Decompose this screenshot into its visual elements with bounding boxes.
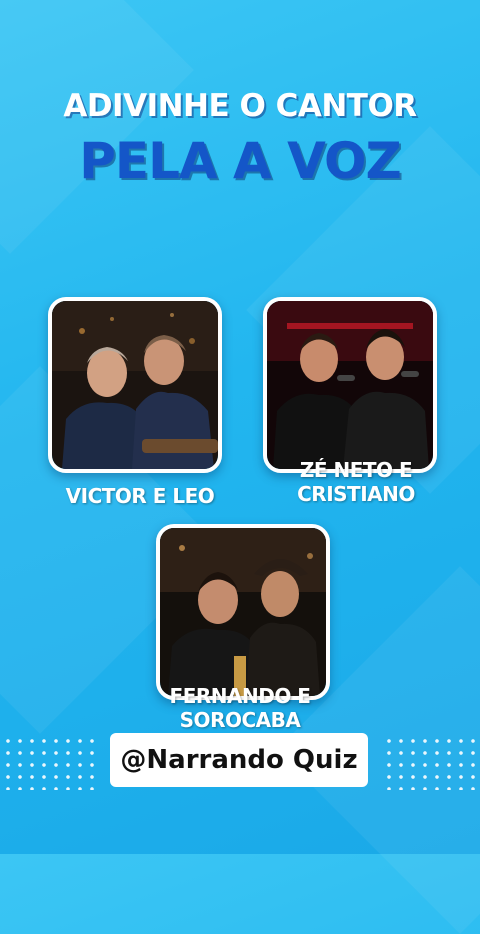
singer-photo-ze-neto-e-cristiano [267,301,433,469]
caption-line: VICTOR E LEO [65,484,215,508]
option-card-fernando-e-sorocaba[interactable] [156,524,330,700]
watermark-handle: @Narrando Quiz [120,745,358,775]
title-line-2: PELA A VOZ [79,132,401,190]
dot-pattern-right [383,735,478,790]
option-card-victor-e-leo[interactable] [48,297,222,473]
dot-pattern-left [2,735,97,790]
caption-line: SOROCABA [179,708,301,732]
background-shape [0,0,194,254]
caption-line: CRISTIANO [297,482,415,506]
title-line-1: ADIVINHE O CANTOR [63,88,417,124]
watermark-badge: @Narrando Quiz [110,733,368,787]
singer-photo-victor-e-leo [52,301,218,469]
singer-photo-fernando-e-sorocaba [160,528,326,696]
option-card-ze-neto-e-cristiano[interactable] [263,297,437,473]
caption-line: FERNANDO E [169,684,311,708]
caption-line: ZÉ NETO E [299,458,413,482]
option-caption-victor-e-leo: VICTOR E LEO [40,484,240,508]
option-caption-ze-neto-e-cristiano: ZÉ NETO E CRISTIANO [256,458,456,506]
option-caption-fernando-e-sorocaba: FERNANDO E SOROCABA [140,684,340,732]
